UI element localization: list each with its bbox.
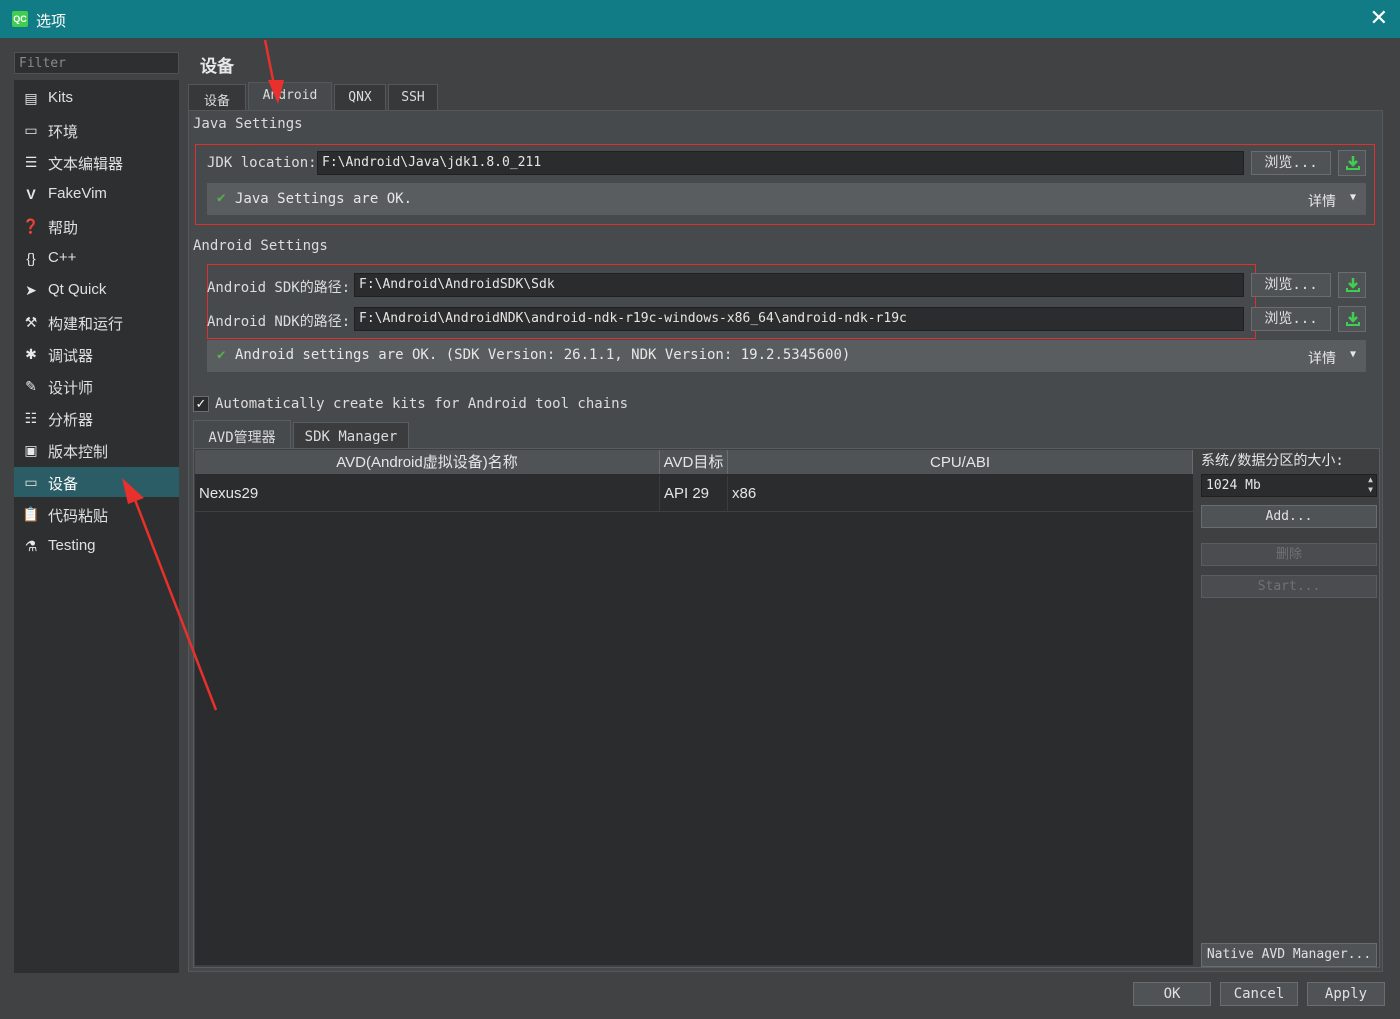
arrow-to-devices-item xyxy=(122,478,218,711)
arrow-to-android-tab xyxy=(263,39,284,104)
annotation-arrows xyxy=(122,39,284,711)
